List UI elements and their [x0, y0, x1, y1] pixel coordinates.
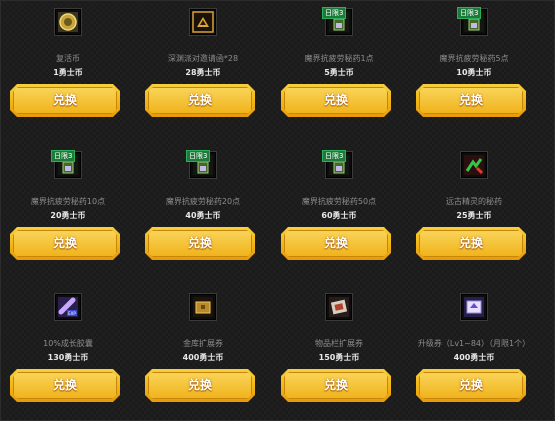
- exchange-item: 远古精灵的秘药 25勇士币兑换: [406, 143, 542, 273]
- exchange-button-label: 兑换: [458, 93, 483, 107]
- exchange-button[interactable]: 兑换: [145, 369, 255, 402]
- item-name: 魔界抗疲劳秘药1点: [304, 54, 374, 63]
- exchange-button-label: 兑换: [52, 236, 77, 250]
- exchange-button-label: 兑换: [52, 378, 77, 392]
- item-price: 28勇士币: [185, 68, 221, 77]
- item-name: 复活币: [56, 54, 80, 63]
- exchange-item: 日限3 魔界抗疲劳秘药20点 40勇士币兑换: [135, 143, 271, 273]
- item-price: 25勇士币: [456, 211, 492, 220]
- exchange-button-label: 兑换: [458, 378, 483, 392]
- exchange-item: 金库扩展券 400勇士币兑换: [135, 285, 271, 415]
- item-name: 深渊派对邀请函*28: [167, 54, 239, 63]
- level-up-ticket-icon: [460, 293, 488, 321]
- anti-fatigue-potion-icon: 日限3: [457, 7, 488, 36]
- exchange-item: 日限3 魔界抗疲劳秘药5点 10勇士币兑换: [406, 0, 542, 130]
- exchange-button[interactable]: 兑换: [281, 84, 391, 117]
- exchange-button[interactable]: 兑换: [416, 84, 526, 117]
- resurrection-coin-icon: [54, 8, 82, 36]
- exchange-item-grid: 复活币 1勇士币 兑换 深渊派对邀请函*28 28勇士币 兑换 日限3 魔界抗疲劳秘药1点 5勇…: [0, 0, 555, 421]
- exchange-item: 日限3 魔界抗疲劳秘药50点 60勇士币兑换: [271, 143, 407, 273]
- item-price: 150勇士币: [318, 353, 360, 362]
- exchange-button[interactable]: 兑换: [416, 369, 526, 402]
- item-price: 1勇士币: [53, 68, 83, 77]
- exchange-button-label: 兑换: [323, 236, 348, 250]
- item-name: 魔界抗疲劳秘药50点: [301, 197, 377, 206]
- daily-limit-badge: 日限3: [51, 150, 76, 162]
- exchange-button-label: 兑换: [52, 93, 77, 107]
- item-price: 40勇士币: [185, 211, 221, 220]
- item-name: 物品栏扩展券: [315, 339, 363, 348]
- exchange-button[interactable]: 兑换: [281, 227, 391, 260]
- daily-limit-badge: 日限3: [186, 150, 211, 162]
- item-price: 400勇士币: [453, 353, 495, 362]
- exchange-button-label: 兑换: [458, 236, 483, 250]
- daily-limit-badge: 日限3: [457, 7, 482, 19]
- exchange-button[interactable]: 兑换: [281, 369, 391, 402]
- item-name: 金库扩展券: [183, 339, 223, 348]
- item-price: 60勇士币: [321, 211, 357, 220]
- item-price: 10勇士币: [456, 68, 492, 77]
- exchange-button[interactable]: 兑换: [10, 227, 120, 260]
- inventory-expansion-ticket-icon: [325, 293, 353, 321]
- item-name: 升级券（Lv1~84）（月限1个）: [417, 339, 531, 348]
- item-name: 10%成长胶囊: [43, 339, 93, 348]
- ancient-elf-potion-icon: [460, 151, 488, 179]
- daily-limit-badge: 日限3: [322, 150, 347, 162]
- exchange-item: 日限3 魔界抗疲劳秘药10点 20勇士币兑换: [0, 143, 136, 273]
- item-name: 魔界抗疲劳秘药5点: [439, 54, 509, 63]
- exchange-item: 升级券（Lv1~84）（月限1个） 400勇士币兑换: [406, 285, 542, 415]
- exchange-button[interactable]: 兑换: [145, 227, 255, 260]
- exchange-button-label: 兑换: [323, 378, 348, 392]
- exchange-button-label: 兑换: [187, 378, 212, 392]
- exchange-item: 物品栏扩展券 150勇士币兑换: [271, 285, 407, 415]
- item-price: 130勇士币: [47, 353, 89, 362]
- exchange-item: 深渊派对邀请函*28 28勇士币兑换: [135, 0, 271, 130]
- item-price: 5勇士币: [324, 68, 354, 77]
- item-price: 20勇士币: [50, 211, 86, 220]
- anti-fatigue-potion-icon: 日限3: [322, 150, 353, 179]
- exchange-button-label: 兑换: [323, 93, 348, 107]
- exchange-button[interactable]: 兑换: [416, 227, 526, 260]
- exchange-item: 复活币 1勇士币兑换: [0, 0, 136, 130]
- daily-limit-badge: 日限3: [322, 7, 347, 19]
- exchange-item: 日限3 魔界抗疲劳秘药1点 5勇士币兑换: [271, 0, 407, 130]
- exchange-button-label: 兑换: [187, 93, 212, 107]
- exp-capsule-icon: EXP: [54, 293, 82, 321]
- vault-expansion-ticket-icon: [189, 293, 217, 321]
- anti-fatigue-potion-icon: 日限3: [322, 7, 353, 36]
- exchange-button[interactable]: 兑换: [145, 84, 255, 117]
- anti-fatigue-potion-icon: 日限3: [51, 150, 82, 179]
- svg-text:EXP: EXP: [68, 311, 76, 316]
- item-name: 魔界抗疲劳秘药10点: [30, 197, 106, 206]
- anti-fatigue-potion-icon: 日限3: [186, 150, 217, 179]
- exchange-button[interactable]: 兑换: [10, 84, 120, 117]
- exchange-button[interactable]: 兑换: [10, 369, 120, 402]
- exchange-button-label: 兑换: [187, 236, 212, 250]
- item-price: 400勇士币: [182, 353, 224, 362]
- item-name: 魔界抗疲劳秘药20点: [165, 197, 241, 206]
- exchange-item: EXP 10%成长胶囊 130勇士币兑换: [0, 285, 136, 415]
- item-name: 远古精灵的秘药: [446, 197, 502, 206]
- abyss-party-invitation-icon: [189, 8, 217, 36]
